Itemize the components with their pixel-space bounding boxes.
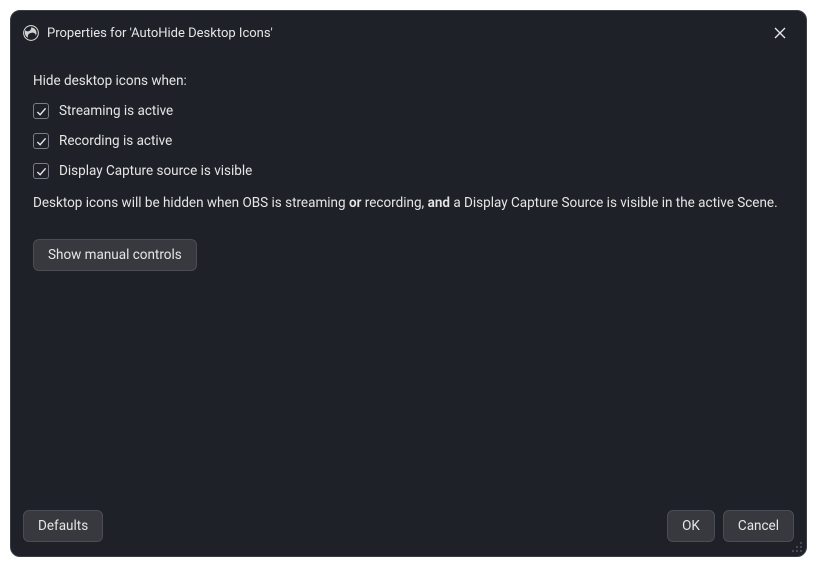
resize-grip[interactable] bbox=[791, 541, 803, 553]
dialog-footer: Defaults OK Cancel bbox=[11, 496, 806, 556]
section-label: Hide desktop icons when: bbox=[33, 73, 784, 89]
resize-grip-icon bbox=[791, 541, 803, 553]
info-suffix: a Display Capture Source is visible in t… bbox=[450, 195, 778, 211]
check-icon bbox=[36, 106, 47, 117]
close-button[interactable] bbox=[766, 19, 794, 47]
obs-app-icon bbox=[23, 25, 39, 41]
checkbox-label-display-capture[interactable]: Display Capture source is visible bbox=[59, 163, 252, 179]
checkbox-row-display-capture: Display Capture source is visible bbox=[33, 163, 784, 179]
info-prefix: Desktop icons will be hidden when OBS is… bbox=[33, 195, 349, 211]
titlebar: Properties for 'AutoHide Desktop Icons' bbox=[11, 11, 806, 55]
ok-button[interactable]: OK bbox=[667, 510, 715, 542]
checkbox-row-recording: Recording is active bbox=[33, 133, 784, 149]
content-area: Hide desktop icons when: Streaming is ac… bbox=[11, 55, 806, 496]
checkbox-label-streaming[interactable]: Streaming is active bbox=[59, 103, 173, 119]
check-icon bbox=[36, 166, 47, 177]
info-text: Desktop icons will be hidden when OBS is… bbox=[33, 193, 784, 213]
cancel-button[interactable]: Cancel bbox=[723, 510, 794, 542]
defaults-button[interactable]: Defaults bbox=[23, 510, 103, 542]
show-manual-controls-button[interactable]: Show manual controls bbox=[33, 239, 197, 271]
window-title: Properties for 'AutoHide Desktop Icons' bbox=[47, 26, 758, 41]
checkbox-label-recording[interactable]: Recording is active bbox=[59, 133, 172, 149]
info-mid: recording, bbox=[361, 195, 427, 211]
checkbox-streaming[interactable] bbox=[33, 103, 49, 119]
checkbox-display-capture[interactable] bbox=[33, 163, 49, 179]
info-bold-and: and bbox=[428, 195, 450, 211]
properties-dialog: Properties for 'AutoHide Desktop Icons' … bbox=[10, 10, 807, 557]
close-icon bbox=[774, 27, 786, 39]
checkbox-recording[interactable] bbox=[33, 133, 49, 149]
info-bold-or: or bbox=[349, 195, 362, 211]
checkbox-row-streaming: Streaming is active bbox=[33, 103, 784, 119]
check-icon bbox=[36, 136, 47, 147]
